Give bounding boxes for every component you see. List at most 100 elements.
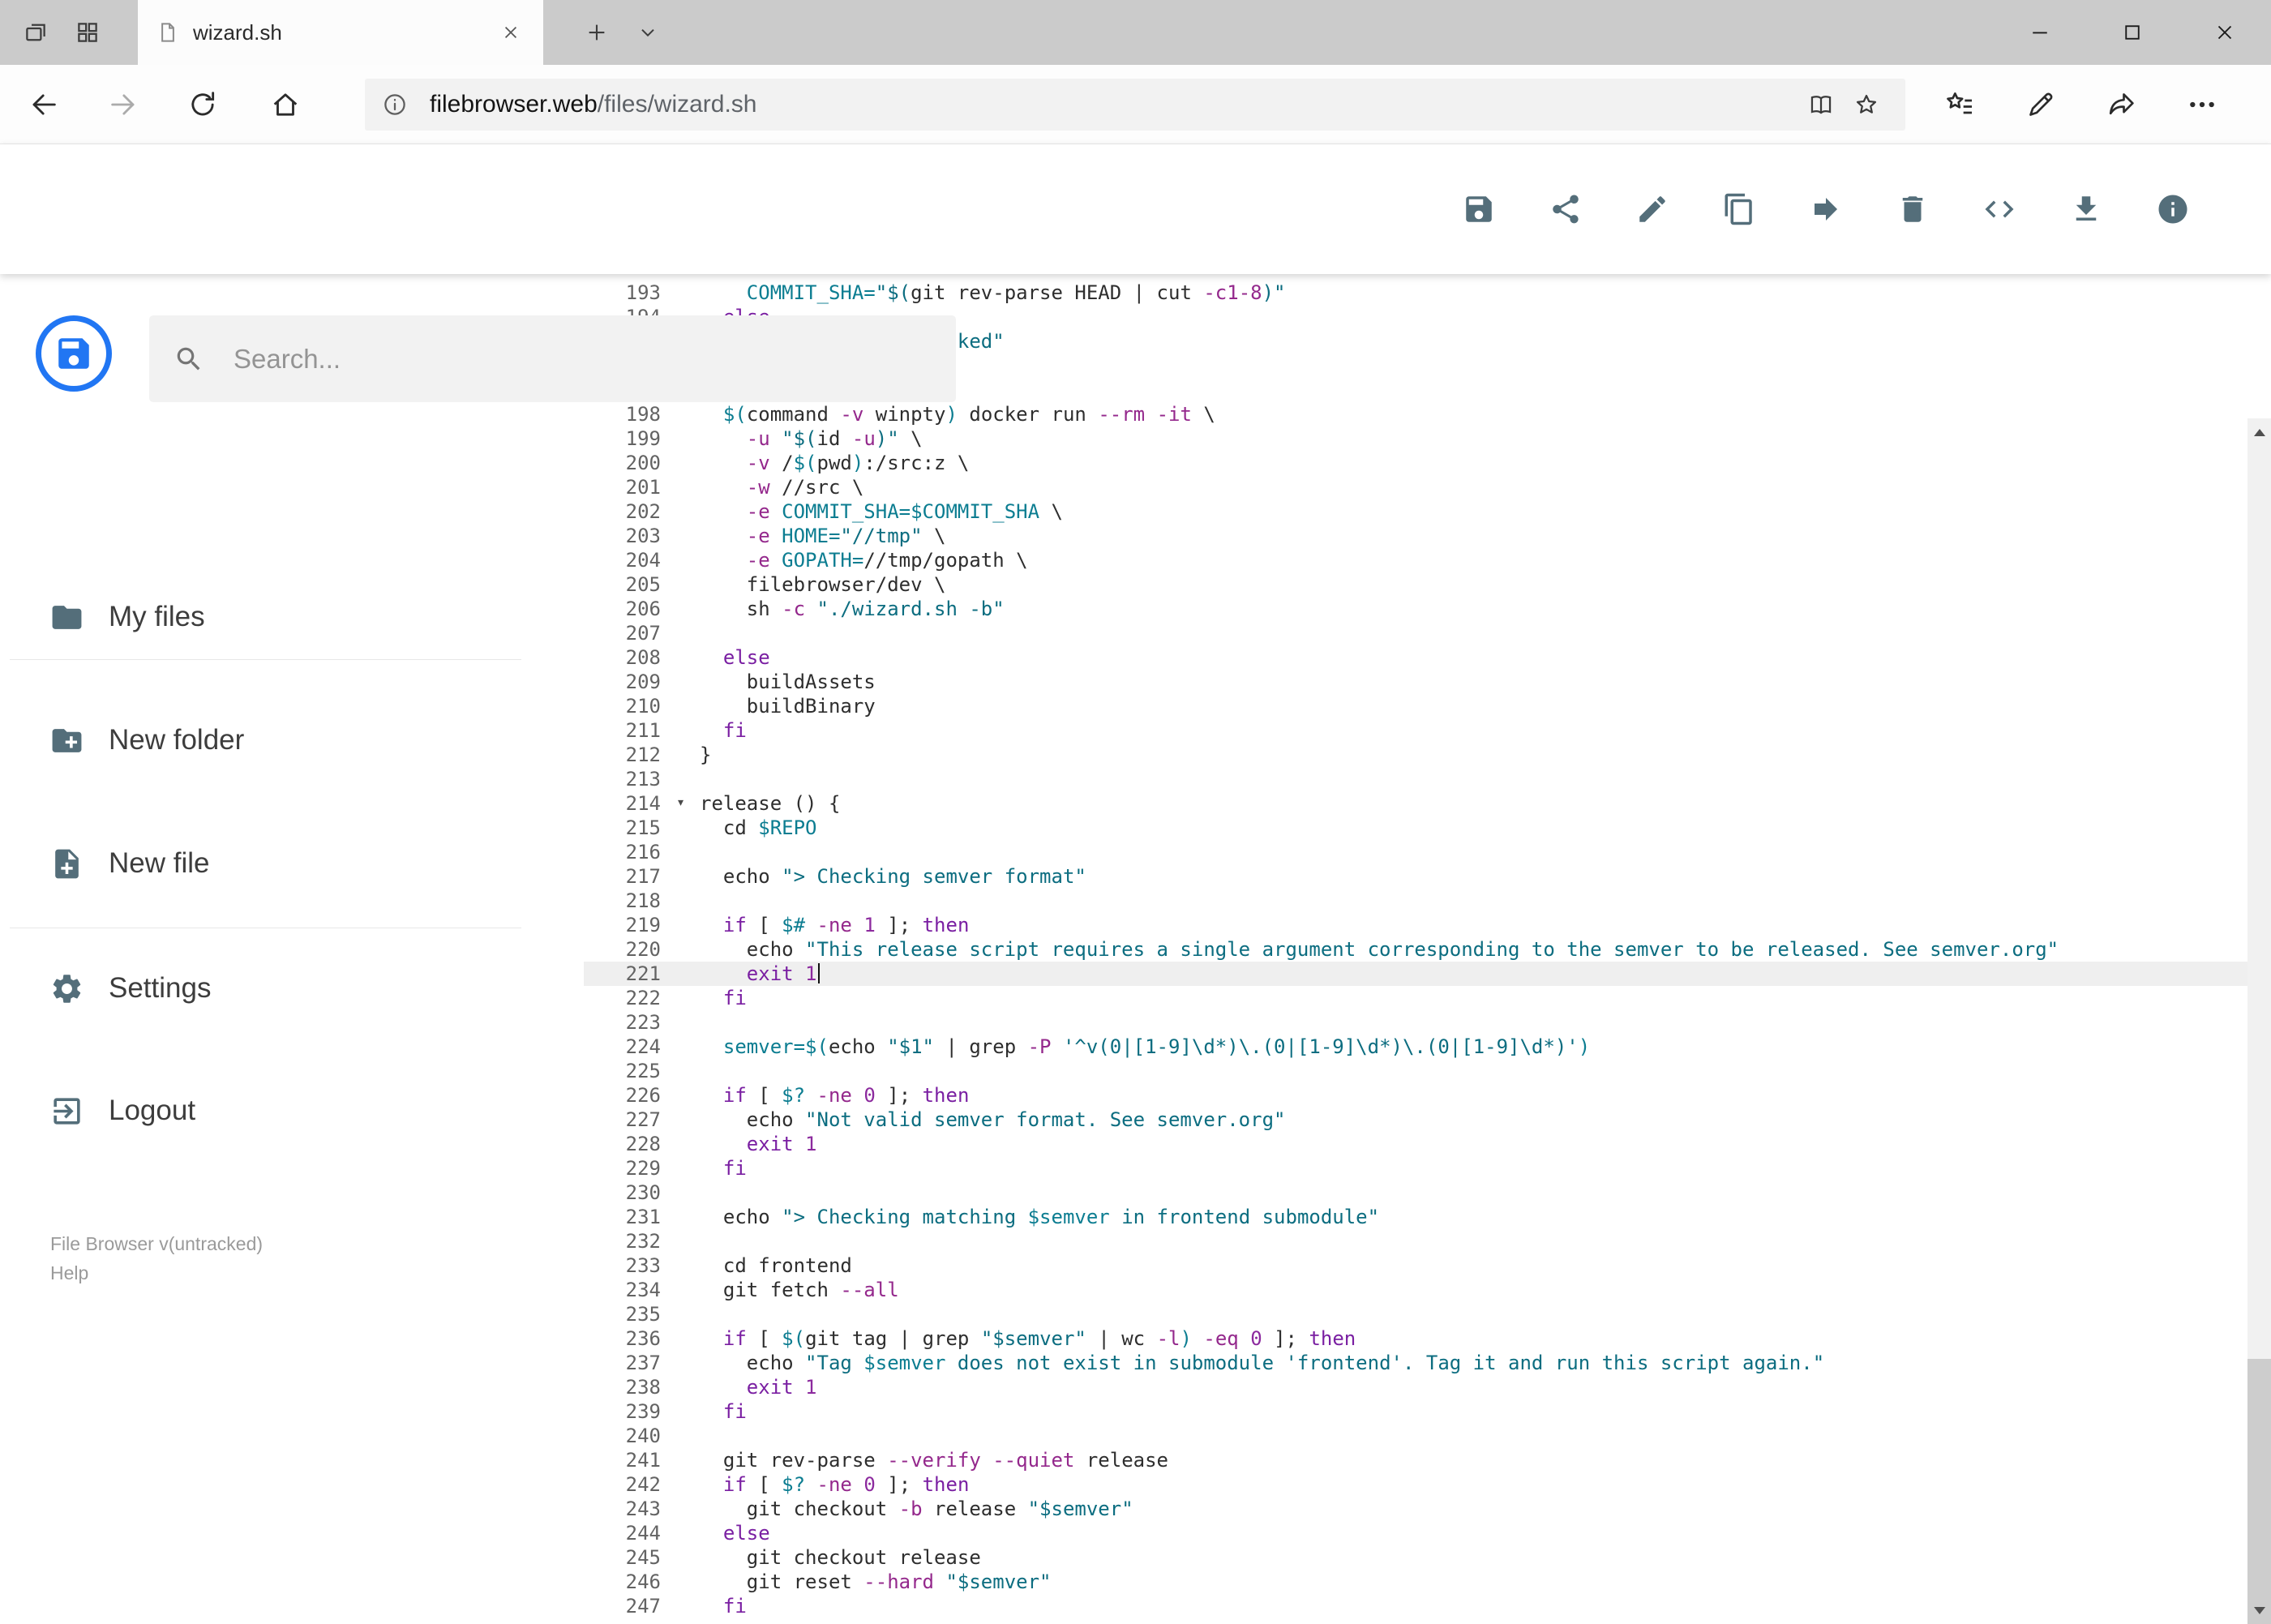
code-line-216[interactable]: 216 [584,840,2247,864]
sidebar-item-settings[interactable]: Settings [0,956,584,1021]
code-line-223[interactable]: 223 [584,1010,2247,1035]
code-line-201[interactable]: 201 -w //src \ [584,475,2247,499]
code-line-193[interactable]: 193 COMMIT_SHA="$(git rev-parse HEAD | c… [584,281,2247,305]
code-line-205[interactable]: 205 filebrowser/dev \ [584,572,2247,597]
ink-note-button[interactable] [2015,79,2067,131]
code-line-206[interactable]: 206 sh -c "./wizard.sh -b" [584,597,2247,621]
code-line-222[interactable]: 222 fi [584,986,2247,1010]
sidebar-item-new-file[interactable]: New file [0,831,584,896]
code-line-211[interactable]: 211 fi [584,718,2247,743]
hub-button[interactable] [1934,79,1986,131]
code-line-220[interactable]: 220 echo "This release script requires a… [584,937,2247,962]
set-tabs-aside-button[interactable] [10,0,62,65]
code-line-213[interactable]: 213 [584,767,2247,791]
reading-view-button[interactable] [1798,82,1844,127]
home-button[interactable] [259,79,311,131]
scroll-down-button[interactable] [2247,1596,2271,1624]
new-tab-button[interactable] [574,0,619,65]
close-button[interactable] [2179,0,2271,65]
code-line-236[interactable]: 236 if [ $(git tag | grep "$semver" | wc… [584,1326,2247,1351]
code-line-246[interactable]: 246 git reset --hard "$semver" [584,1570,2247,1594]
code-line-219[interactable]: 219 if [ $# -ne 1 ]; then [584,913,2247,937]
code-line-241[interactable]: 241 git rev-parse --verify --quiet relea… [584,1448,2247,1472]
code-line-224[interactable]: 224 semver=$(echo "$1" | grep -P '^v(0|[… [584,1035,2247,1059]
code-line-247[interactable]: 247 fi [584,1594,2247,1618]
sidebar-item-new-folder[interactable]: New folder [0,708,584,773]
favorite-button[interactable] [1844,82,1889,127]
code-line-210[interactable]: 210 buildBinary [584,694,2247,718]
code-line-228[interactable]: 228 exit 1 [584,1132,2247,1156]
page-scrollbar[interactable] [2247,418,2271,1624]
scroll-thumb[interactable] [2247,1359,2271,1624]
address-bar[interactable]: filebrowser.web/files/wizard.sh [365,79,1905,131]
code-line-244[interactable]: 244 else [584,1521,2247,1545]
code-line-209[interactable]: 209 buildAssets [584,670,2247,694]
code-line-234[interactable]: 234 git fetch --all [584,1278,2247,1302]
minimize-button[interactable] [1994,0,2086,65]
fold-marker-icon[interactable]: ▾ [676,791,685,815]
code-line-235[interactable]: 235 [584,1302,2247,1326]
code-line-243[interactable]: 243 git checkout -b release "$semver" [584,1497,2247,1521]
code-icon [1985,200,2014,218]
info-button[interactable] [2149,185,2197,234]
site-info-icon[interactable] [381,91,409,118]
code-line-221[interactable]: 221 exit 1 [584,962,2247,986]
code-line-245[interactable]: 245 git checkout release [584,1545,2247,1570]
code-line-217[interactable]: 217 echo "> Checking semver format" [584,864,2247,889]
code-line-240[interactable]: 240 [584,1424,2247,1448]
share-button[interactable] [1541,185,1590,234]
code-line-212[interactable]: 212} [584,743,2247,767]
search-box[interactable] [149,315,956,402]
share-page-button[interactable] [2096,79,2148,131]
app-logo[interactable] [36,315,112,392]
scroll-up-button[interactable] [2247,418,2271,446]
code-line-208[interactable]: 208 else [584,645,2247,670]
download-button[interactable] [2062,185,2110,234]
code-line-226[interactable]: 226 if [ $? -ne 0 ]; then [584,1083,2247,1108]
code-line-229[interactable]: 229 fi [584,1156,2247,1181]
code-line-204[interactable]: 204 -e GOPATH=//tmp/gopath \ [584,548,2247,572]
move-button[interactable] [1802,185,1850,234]
code-line-237[interactable]: 237 echo "Tag $semver does not exist in … [584,1351,2247,1375]
delete-button[interactable] [1888,185,1937,234]
tabs-preview-button[interactable] [62,0,114,65]
raw-view-button[interactable] [1975,185,2024,234]
code-editor[interactable]: 193 COMMIT_SHA="$(git rev-parse HEAD | c… [584,274,2247,1624]
code-line-207[interactable]: 207 [584,621,2247,645]
sidebar-item-my-files[interactable]: My files [0,585,584,649]
code-line-200[interactable]: 200 -v /$(pwd):/src:z \ [584,451,2247,475]
code-line-227[interactable]: 227 echo "Not valid semver format. See s… [584,1108,2247,1132]
code-line-232[interactable]: 232 [584,1229,2247,1253]
search-input[interactable] [234,343,932,375]
refresh-button[interactable] [177,79,229,131]
code-line-214[interactable]: 214 ▾ release () { [584,791,2247,816]
code-line-199[interactable]: 199 -u "$(id -u)" \ [584,426,2247,451]
help-link[interactable]: Help [50,1258,263,1288]
code-line-218[interactable]: 218 [584,889,2247,913]
code-line-233[interactable]: 233 cd frontend [584,1253,2247,1278]
tab-dropdown-button[interactable] [628,0,668,65]
tab-close-button[interactable] [496,18,525,47]
copy-button[interactable] [1715,185,1763,234]
edit-button[interactable] [1628,185,1677,234]
code-line-198[interactable]: 198 $(command -v winpty) docker run --rm… [584,402,2247,426]
maximize-button[interactable] [2086,0,2179,65]
code-line-215[interactable]: 215 cd $REPO [584,816,2247,840]
more-button[interactable] [2176,79,2228,131]
code-line-203[interactable]: 203 -e HOME="//tmp" \ [584,524,2247,548]
back-button[interactable] [18,79,70,131]
browser-tab[interactable]: wizard.sh [138,0,543,65]
forward-button[interactable] [97,79,149,131]
code-line-225[interactable]: 225 [584,1059,2247,1083]
code-line-239[interactable]: 239 fi [584,1399,2247,1424]
code-line-242[interactable]: 242 if [ $? -ne 0 ]; then [584,1472,2247,1497]
save-button[interactable] [1455,185,1503,234]
code-line-230[interactable]: 230 [584,1181,2247,1205]
code-line-231[interactable]: 231 echo "> Checking matching $semver in… [584,1205,2247,1229]
sidebar-item-logout[interactable]: Logout [0,1078,584,1143]
copy-icon [1725,193,1752,225]
code-line-238[interactable]: 238 exit 1 [584,1375,2247,1399]
new-tab-icon [589,24,605,41]
code-line-202[interactable]: 202 -e COMMIT_SHA=$COMMIT_SHA \ [584,499,2247,524]
